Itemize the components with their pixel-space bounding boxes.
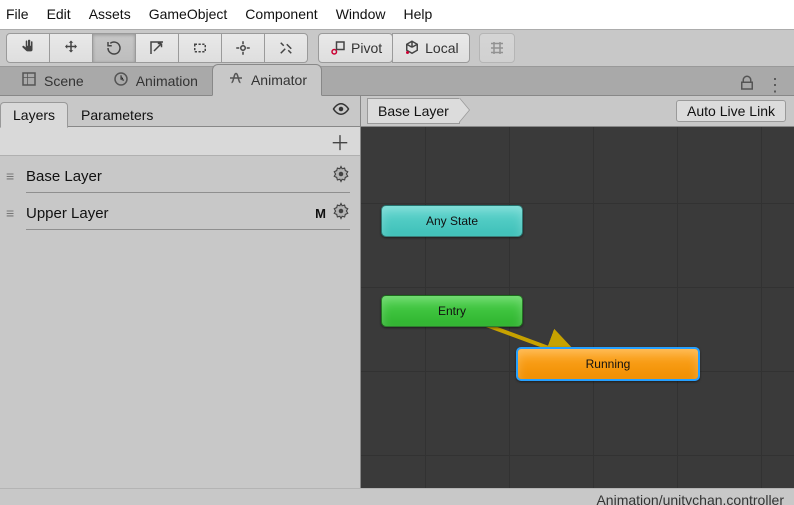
animator-graph[interactable]: Any State Entry Running [361, 127, 794, 488]
rect-icon [191, 39, 209, 57]
local-icon [403, 39, 421, 57]
pivot-toggle[interactable]: Pivot [318, 33, 393, 63]
divider [26, 229, 350, 230]
rotate-icon [105, 39, 123, 57]
combined-icon [234, 39, 252, 57]
menu-bar: File Edit Assets GameObject Component Wi… [0, 0, 794, 29]
animator-subheader: Layers Parameters Base Layer Auto Live L… [0, 96, 794, 127]
gear-icon[interactable] [332, 165, 350, 188]
parameters-tab[interactable]: Parameters [68, 102, 166, 128]
tools-icon [277, 39, 295, 57]
hand-tool[interactable] [6, 33, 50, 63]
drag-handle-icon[interactable]: ≡ [6, 168, 20, 184]
node-label: Entry [438, 304, 466, 318]
add-layer-button[interactable]: ＋ [330, 127, 350, 156]
mask-indicator: M [315, 206, 326, 221]
layer-panel-header: Layers Parameters [0, 96, 361, 126]
node-entry[interactable]: Entry [381, 295, 523, 327]
local-toggle[interactable]: Local [392, 33, 469, 63]
animation-icon [112, 70, 130, 92]
local-label: Local [425, 40, 458, 56]
snap-icon [488, 39, 506, 57]
hand-icon [19, 39, 37, 57]
menu-help[interactable]: Help [403, 6, 432, 22]
drag-handle-icon[interactable]: ≡ [6, 205, 20, 221]
menu-window[interactable]: Window [336, 6, 386, 22]
breadcrumb-root[interactable]: Base Layer [367, 98, 460, 124]
layer-name: Upper Layer [20, 205, 315, 222]
layer-row-base[interactable]: ≡ Base Layer [0, 156, 360, 196]
graph-header: Base Layer Auto Live Link [361, 96, 794, 126]
asset-path: Animation/unitychan.controller [596, 492, 784, 505]
node-any-state[interactable]: Any State [381, 205, 523, 237]
move-tool[interactable] [49, 33, 93, 63]
layers-tab[interactable]: Layers [0, 102, 68, 128]
pivot-group: Pivot Local [318, 33, 470, 63]
transform-tool[interactable] [221, 33, 265, 63]
menu-assets[interactable]: Assets [89, 6, 131, 22]
toolbar: Pivot Local [0, 29, 794, 67]
transform-tools-group [6, 33, 308, 63]
breadcrumb: Base Layer [367, 98, 460, 124]
scene-icon [20, 70, 38, 92]
tab-animation-label: Animation [136, 73, 198, 89]
node-label: Any State [426, 214, 478, 228]
visibility-icon[interactable] [332, 100, 350, 123]
tab-animation[interactable]: Animation [98, 66, 212, 96]
lock-icon[interactable] [738, 74, 756, 95]
pivot-label: Pivot [351, 40, 382, 56]
move-icon [62, 39, 80, 57]
tab-animator-label: Animator [251, 72, 307, 88]
node-running[interactable]: Running [516, 347, 700, 381]
window-tab-strip: Scene Animation Animator ⋮ [0, 67, 794, 96]
rect-tool[interactable] [178, 33, 222, 63]
animator-icon [227, 69, 245, 91]
scale-icon [148, 39, 166, 57]
pivot-icon [329, 39, 347, 57]
add-layer-row: ＋ [0, 127, 360, 156]
node-label: Running [586, 357, 631, 371]
scale-tool[interactable] [135, 33, 179, 63]
tab-scene[interactable]: Scene [6, 66, 98, 96]
menu-edit[interactable]: Edit [47, 6, 71, 22]
status-bar: Animation/unitychan.controller [0, 488, 794, 505]
tab-animator[interactable]: Animator [212, 64, 322, 96]
menu-gameobject[interactable]: GameObject [149, 6, 228, 22]
layer-name: Base Layer [20, 168, 332, 185]
tab-scene-label: Scene [44, 73, 84, 89]
rotate-tool[interactable] [92, 33, 136, 63]
gear-icon[interactable] [332, 202, 350, 225]
custom-tool[interactable] [264, 33, 308, 63]
menu-file[interactable]: File [6, 6, 29, 22]
snap-toggle [479, 33, 515, 63]
auto-live-link-button[interactable]: Auto Live Link [676, 100, 786, 122]
layer-row-upper[interactable]: ≡ Upper Layer M [0, 193, 360, 233]
menu-component[interactable]: Component [245, 6, 317, 22]
layer-list-panel: ＋ ≡ Base Layer ≡ Upper Layer M [0, 127, 361, 488]
